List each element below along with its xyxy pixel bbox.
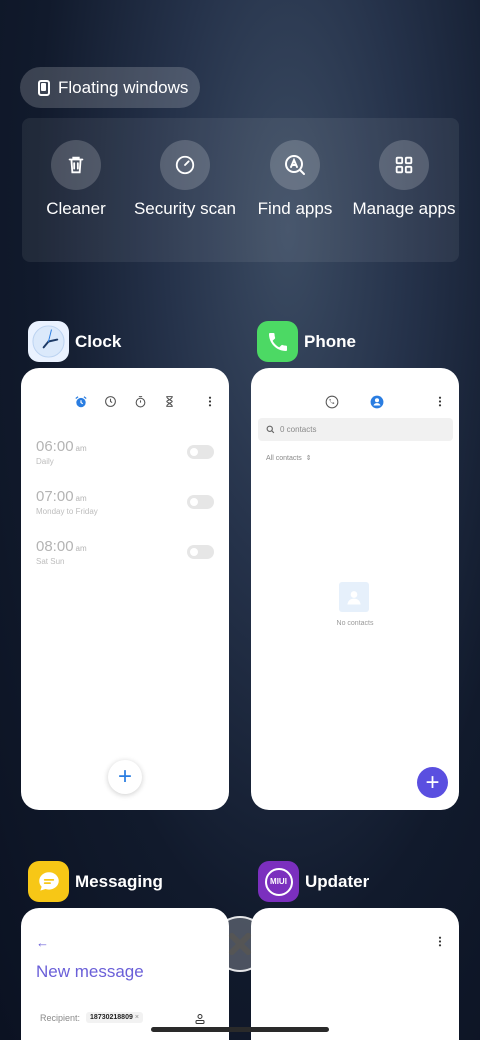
add-contact-button[interactable]: + [417,767,448,798]
manage-apps-button[interactable]: Manage apps [349,140,459,219]
security-scan-button[interactable]: Security scan [130,140,240,219]
recipient-chip-number: 18730218809 [90,1014,133,1021]
cleaner-button[interactable]: Cleaner [21,140,131,219]
more-options-icon[interactable] [435,935,445,953]
messaging-app-name: Messaging [75,871,163,891]
quick-actions-panel: Cleaner Security scan Find apps Manage a… [22,118,459,262]
updater-app-header[interactable]: MIUI Updater [258,861,369,902]
clock-app-header[interactable]: Clock [28,321,121,362]
phone-app-header[interactable]: Phone [257,321,356,362]
more-options-icon[interactable] [435,395,445,413]
alarm-toggle[interactable] [187,545,214,559]
alarm-ampm: am [75,444,87,453]
sort-arrows-icon: ⇕ [305,455,312,462]
find-apps-button[interactable]: Find apps [240,140,350,219]
contacts-icon[interactable] [370,395,384,414]
clock-app-name: Clock [75,331,122,351]
manage-apps-label: Manage apps [352,199,456,218]
recipient-label: Recipient: [40,1012,81,1023]
alarm-days: Sat Sun [36,557,65,566]
phone-app-icon [257,321,298,362]
close-icon [228,932,252,956]
alarm-row[interactable]: 07:00 am Monday to Friday [36,488,214,516]
floating-windows-button[interactable]: Floating windows [20,67,200,108]
alarm-icon[interactable] [74,395,88,414]
cleaner-label: Cleaner [46,199,106,218]
phone-app-card[interactable]: 0 contacts All contacts ⇕ No contacts + [251,368,459,810]
floating-window-icon [38,79,50,96]
find-apps-label: Find apps [257,199,333,218]
alarm-time: 07:00 [36,488,74,505]
phone-app-name: Phone [304,331,356,351]
add-alarm-button[interactable]: + [108,760,142,794]
trash-icon [51,140,101,190]
grid-icon [379,140,429,190]
alarm-days: Daily [36,457,54,466]
search-placeholder: 0 contacts [280,425,317,434]
alarm-days: Monday to Friday [36,507,98,516]
alarm-row[interactable]: 08:00 am Sat Sun [36,538,214,566]
alarm-toggle[interactable] [187,495,214,509]
updater-icon-text: MIUI [264,867,293,896]
contacts-filter[interactable]: All contacts ⇕ [266,454,312,463]
back-arrow-icon[interactable]: ← [36,935,49,950]
messaging-app-card[interactable]: ← New message Recipient: 18730218809 × [21,908,229,1040]
recipient-field[interactable]: Recipient: 18730218809 × [40,1012,143,1023]
updater-app-card[interactable] [251,908,459,1040]
alarm-toggle[interactable] [187,445,214,459]
search-icon [266,425,275,434]
security-scan-icon [160,140,210,190]
new-message-title: New message [36,962,144,981]
home-indicator[interactable] [151,1027,329,1032]
security-scan-label: Security scan [133,199,237,218]
world-clock-icon[interactable] [104,395,117,413]
alarm-ampm: am [75,544,87,553]
recipient-chip[interactable]: 18730218809 × [86,1012,143,1023]
clock-app-icon [28,321,69,362]
empty-contacts-text: No contacts [336,620,374,627]
remove-chip-icon[interactable]: × [135,1014,139,1021]
alarm-row[interactable]: 06:00 am Daily [36,438,214,466]
more-options-icon[interactable] [205,395,215,413]
alarm-ampm: am [75,494,87,503]
empty-contacts-icon [339,582,369,612]
alarm-time: 06:00 [36,438,74,455]
floating-windows-label: Floating windows [58,77,189,97]
messaging-app-header[interactable]: Messaging [28,861,163,902]
contacts-filter-label: All contacts [266,454,302,462]
contacts-search-input[interactable]: 0 contacts [258,418,453,441]
messaging-app-icon [28,861,69,902]
updater-app-icon: MIUI [258,861,299,902]
recents-icon[interactable] [325,395,339,414]
stopwatch-icon[interactable] [134,395,147,413]
timer-icon[interactable] [163,395,176,413]
updater-app-name: Updater [305,871,370,891]
close-all-button[interactable] [212,916,268,972]
find-apps-icon [270,140,320,190]
clock-app-card[interactable]: 06:00 am Daily 07:00 am Monday to Friday 0… [21,368,229,810]
alarm-time: 08:00 [36,538,74,555]
